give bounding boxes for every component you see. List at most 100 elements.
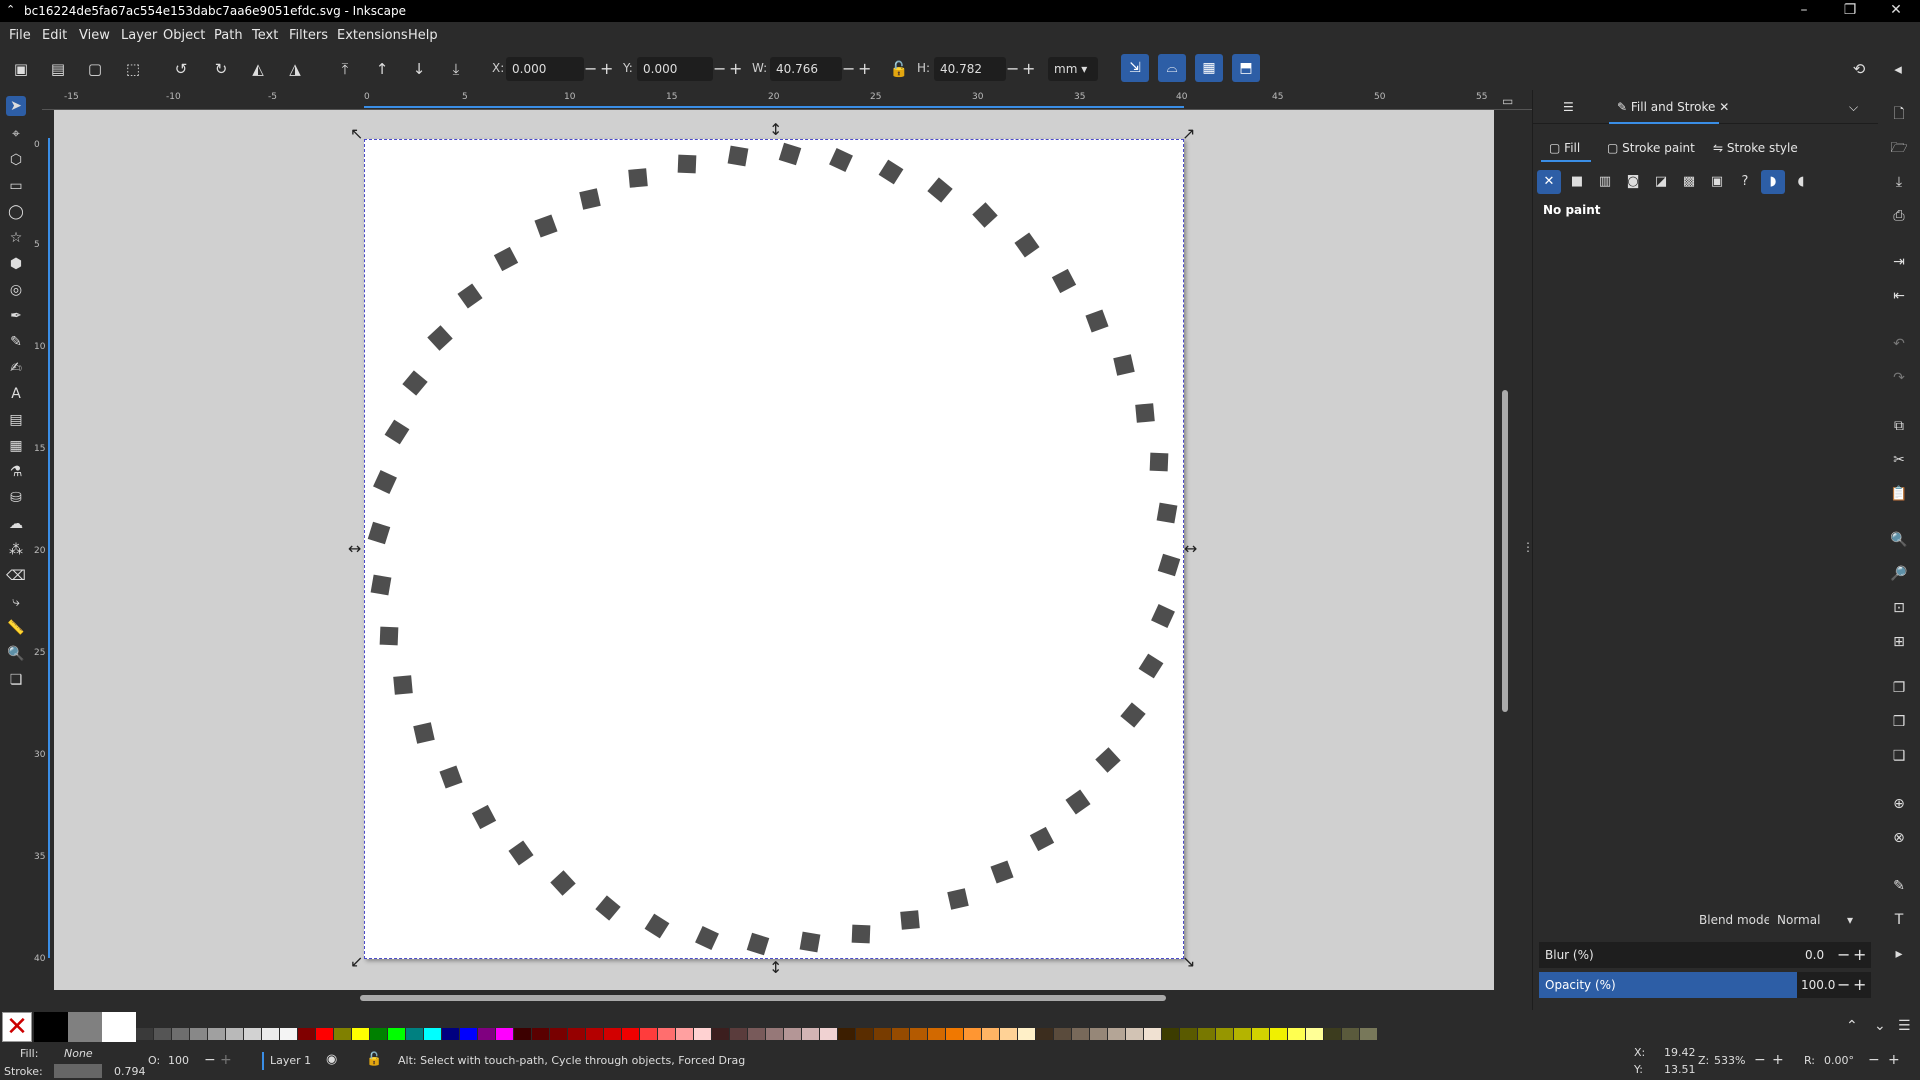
y-field[interactable]: 0.000 xyxy=(637,57,713,81)
color-swatch[interactable] xyxy=(892,1028,909,1040)
menu-path[interactable]: Path xyxy=(214,28,243,43)
no-paint-icon[interactable]: ✕ xyxy=(1537,170,1561,194)
color-swatch[interactable] xyxy=(982,1028,999,1040)
eraser-tool-icon[interactable]: ⌫ xyxy=(6,566,26,586)
color-swatch[interactable] xyxy=(1216,1028,1233,1040)
redo-icon[interactable]: ↷ xyxy=(1889,368,1909,388)
color-swatch[interactable] xyxy=(1018,1028,1035,1040)
color-swatch[interactable] xyxy=(244,1028,261,1040)
color-swatch[interactable] xyxy=(946,1028,963,1040)
color-swatch[interactable] xyxy=(1036,1028,1053,1040)
blur-decrement-icon[interactable]: − xyxy=(1837,945,1850,964)
group-icon[interactable]: ⊕ xyxy=(1889,794,1909,814)
color-swatch[interactable] xyxy=(154,1028,171,1040)
zoom-in-icon[interactable]: + xyxy=(1772,1052,1784,1068)
y-increment-icon[interactable]: + xyxy=(729,59,742,78)
opacity-decrement-icon[interactable]: − xyxy=(1837,975,1850,994)
save-icon[interactable]: ⤓ xyxy=(1889,172,1909,192)
color-swatch[interactable] xyxy=(370,1028,387,1040)
import-icon[interactable]: ⇥ xyxy=(1889,252,1909,272)
color-swatch[interactable] xyxy=(1252,1028,1269,1040)
color-swatch[interactable] xyxy=(640,1028,657,1040)
color-swatch[interactable] xyxy=(1054,1028,1071,1040)
pen-tool-icon[interactable]: ✒ xyxy=(6,306,26,326)
palette-scroll-down-icon[interactable]: ⌄ xyxy=(1874,1018,1886,1034)
open-icon[interactable]: 🗁 xyxy=(1889,138,1909,158)
color-swatch[interactable] xyxy=(1198,1028,1215,1040)
stroke-style-tab[interactable]: ⇋ Stroke style xyxy=(1713,141,1798,155)
layer-lock-icon[interactable]: 🔓 xyxy=(366,1052,382,1067)
zoom-page-icon[interactable]: ⊡ xyxy=(1889,598,1909,618)
color-swatch[interactable] xyxy=(1360,1028,1377,1040)
select-all-layers-icon[interactable]: ▤ xyxy=(47,58,69,80)
lock-ratio-icon[interactable]: 🔓 xyxy=(888,58,910,80)
color-swatch[interactable] xyxy=(1108,1028,1125,1040)
new-document-icon[interactable]: 🗋 xyxy=(1889,104,1909,124)
x-field[interactable]: 0.000 xyxy=(506,57,584,81)
undo-icon[interactable]: ↶ xyxy=(1889,334,1909,354)
zoom-out-icon[interactable]: − xyxy=(1754,1052,1766,1068)
vertical-scrollbar[interactable] xyxy=(1502,390,1508,712)
pencil-tool-icon[interactable]: ✎ xyxy=(6,332,26,352)
resize-handle-nw-icon[interactable]: ↖ xyxy=(350,126,363,142)
mesh-tool-icon[interactable]: ▦ xyxy=(6,436,26,456)
opacity-increment-icon[interactable]: + xyxy=(1853,975,1866,994)
color-swatch[interactable] xyxy=(424,1028,441,1040)
cut-icon[interactable]: ✂ xyxy=(1889,450,1909,470)
lower-icon[interactable]: ↓ xyxy=(408,58,430,80)
color-swatch[interactable] xyxy=(280,1028,297,1040)
calligraphy-tool-icon[interactable]: ✍ xyxy=(6,358,26,378)
flip-horizontal-icon[interactable]: ◭ xyxy=(247,58,269,80)
color-swatch[interactable] xyxy=(910,1028,927,1040)
commands-overflow-icon[interactable]: ▸ xyxy=(1889,944,1909,964)
zoom-selection-icon[interactable]: 🔍 xyxy=(1889,530,1909,550)
fill-stroke-tab[interactable]: ✎ Fill and Stroke ✕ xyxy=(1617,100,1729,114)
star-tool-icon[interactable]: ☆ xyxy=(6,228,26,248)
color-swatch[interactable] xyxy=(1126,1028,1143,1040)
print-icon[interactable]: ⎙ xyxy=(1889,206,1909,226)
rotate-ccw-icon[interactable]: ↺ xyxy=(170,58,192,80)
snap-toggle-icon[interactable]: ⟲ xyxy=(1848,58,1870,80)
color-swatch[interactable] xyxy=(442,1028,459,1040)
spiral-tool-icon[interactable]: ◎ xyxy=(6,280,26,300)
no-color-swatch-icon[interactable]: ✕ xyxy=(2,1012,32,1042)
current-layer[interactable]: Layer 1 xyxy=(270,1054,311,1067)
color-swatch[interactable] xyxy=(406,1028,423,1040)
fill-value[interactable]: None xyxy=(64,1047,93,1060)
select-all-icon[interactable]: ▣ xyxy=(10,58,32,80)
spray-tool-icon[interactable]: ⁂ xyxy=(6,540,26,560)
color-swatch[interactable] xyxy=(928,1028,945,1040)
palette-menu-icon[interactable]: ☰ xyxy=(1898,1018,1911,1034)
opacity-row[interactable]: Opacity (%) 100.0 − + xyxy=(1539,972,1871,998)
color-swatch[interactable] xyxy=(226,1028,243,1040)
paint-bucket-icon[interactable]: ⛁ xyxy=(6,488,26,508)
rotate-plus-icon[interactable]: + xyxy=(1888,1052,1900,1068)
tab-menu-chevron-icon[interactable]: ⌵ xyxy=(1849,100,1858,115)
menu-extensions[interactable]: Extensions xyxy=(337,28,408,43)
resize-handle-n-icon[interactable]: ↕ xyxy=(769,122,782,138)
color-swatch[interactable] xyxy=(1090,1028,1107,1040)
swatch-icon[interactable]: ▣ xyxy=(1705,170,1729,194)
w-decrement-icon[interactable]: − xyxy=(842,59,855,78)
fill-stroke-dialog-icon[interactable]: ✎ xyxy=(1889,876,1909,896)
color-swatch[interactable] xyxy=(352,1028,369,1040)
w-field[interactable]: 40.766 xyxy=(770,57,842,81)
blend-mode-select[interactable]: Normal ▾ xyxy=(1769,908,1859,932)
color-swatch[interactable] xyxy=(676,1028,693,1040)
connector-tool-icon[interactable]: ⤷ xyxy=(6,592,26,612)
horizontal-scrollbar[interactable] xyxy=(360,995,1166,1001)
color-swatch[interactable] xyxy=(604,1028,621,1040)
menu-filters[interactable]: Filters xyxy=(289,28,328,43)
fill-rule-nonzero-icon[interactable]: ◖ xyxy=(1789,170,1813,194)
menu-help[interactable]: Help xyxy=(408,28,438,43)
color-swatch[interactable] xyxy=(784,1028,801,1040)
palette-scroll-up-icon[interactable]: ⌃ xyxy=(1846,1018,1858,1034)
opacity-value[interactable]: 100.0 xyxy=(1801,978,1835,992)
pages-tool-icon[interactable]: ❏ xyxy=(6,670,26,690)
resize-handle-s-icon[interactable]: ↕ xyxy=(769,960,782,976)
lower-to-bottom-icon[interactable]: ⤓ xyxy=(445,58,467,80)
menu-layer[interactable]: Layer xyxy=(121,28,157,43)
color-swatch[interactable] xyxy=(532,1028,549,1040)
rotate-minus-icon[interactable]: − xyxy=(1868,1052,1880,1068)
color-swatch[interactable] xyxy=(262,1028,279,1040)
